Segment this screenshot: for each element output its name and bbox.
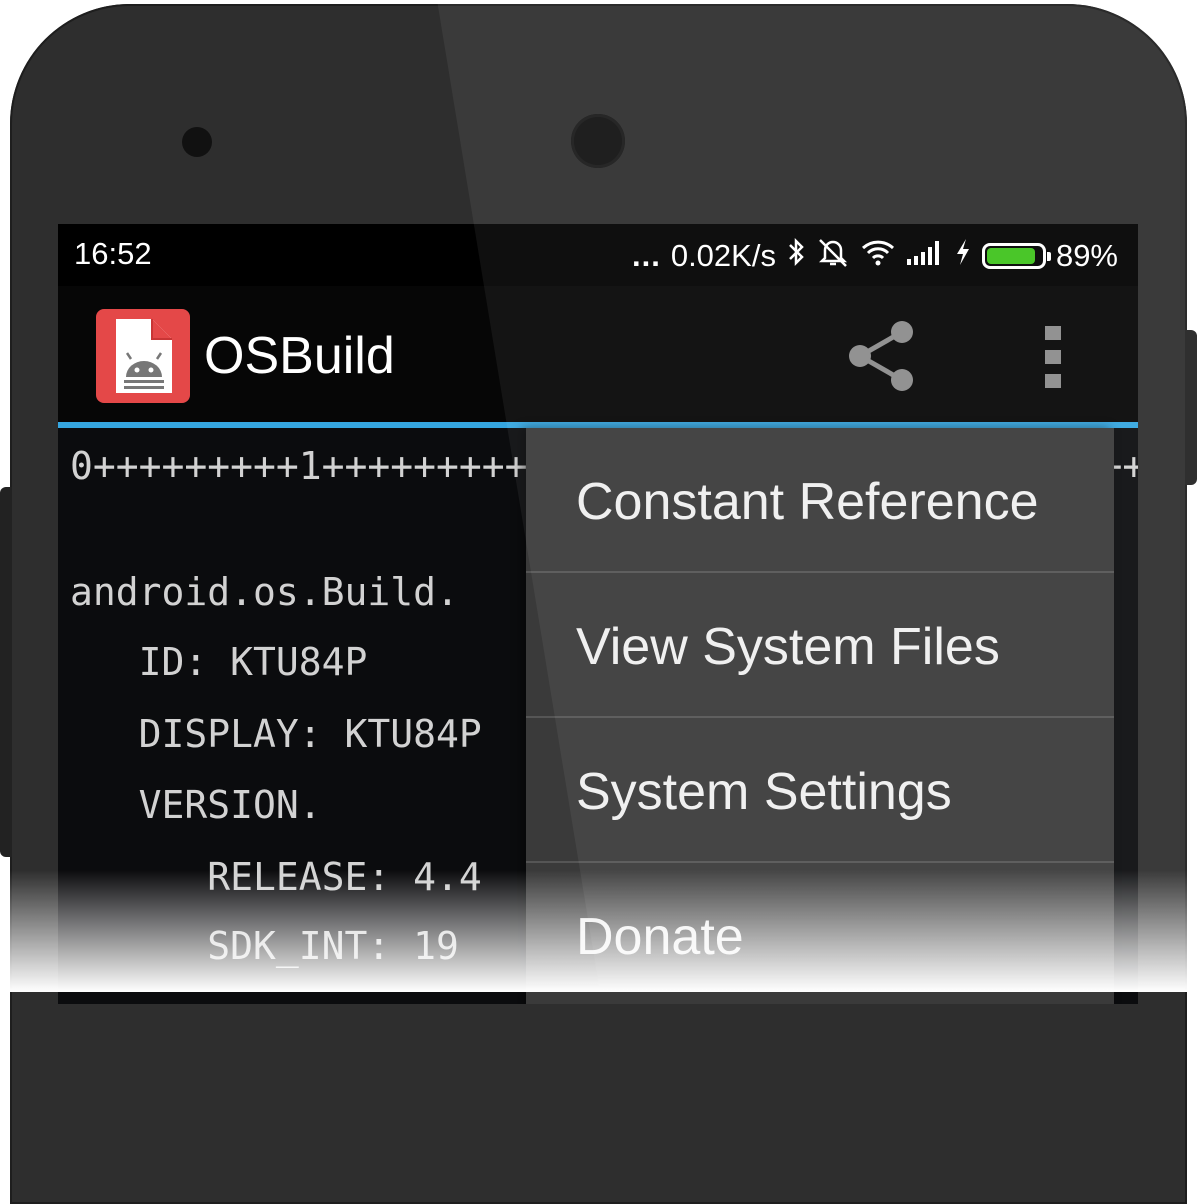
content-line: RELEASE: 4.4 (70, 855, 482, 899)
alarm-off-icon (816, 236, 850, 276)
power-button (1185, 330, 1197, 485)
menu-item-view-system-files[interactable]: View System Files (526, 573, 1114, 718)
content-line: android.os.Build. (70, 570, 459, 614)
activity-dots: ... (631, 238, 661, 273)
overflow-menu: Constant Reference View System Files Sys… (526, 428, 1114, 1004)
content-line: DISPLAY: KTU84P (70, 712, 482, 756)
volume-button (0, 487, 12, 857)
menu-item-donate[interactable]: Donate (526, 863, 1114, 1004)
wifi-icon (860, 237, 896, 275)
bluetooth-icon (786, 237, 806, 275)
battery-icon (981, 243, 1051, 269)
content-line: VERSION. (70, 783, 322, 827)
front-camera (571, 114, 625, 168)
signal-icon (906, 237, 944, 275)
content-line: SDK_INT: 19 (70, 924, 459, 968)
battery-percent: 89% (1055, 238, 1118, 273)
phone-screen: 16:52 ... 0.02K/s 89% OSBuild android.os… (58, 224, 1138, 1004)
status-bar: 16:52 ... 0.02K/s 89% (58, 224, 1138, 286)
osbuild-app-icon[interactable] (96, 309, 190, 403)
app-title: OSBuild (204, 327, 395, 385)
menu-item-system-settings[interactable]: System Settings (526, 718, 1114, 863)
menu-item-label: Donate (576, 908, 744, 966)
action-bar: OSBuild (58, 286, 1138, 428)
content-line: ID: KTU84P (70, 640, 368, 684)
menu-item-label: Constant Reference (576, 473, 1039, 531)
share-button[interactable] (840, 316, 920, 396)
overflow-menu-button[interactable] (1036, 322, 1070, 392)
net-speed: 0.02K/s (670, 238, 776, 273)
status-indicators: ... 0.02K/s 89% (632, 236, 1118, 276)
overflow-menu-icon (1045, 326, 1061, 388)
menu-item-label: View System Files (576, 618, 1000, 676)
battery-level-fill (986, 248, 1035, 264)
status-time: 16:52 (74, 236, 152, 271)
share-icon (849, 321, 913, 391)
menu-item-constant-reference[interactable]: Constant Reference (526, 428, 1114, 573)
menu-item-label: System Settings (576, 763, 952, 821)
charging-icon (954, 237, 972, 275)
phone-sensor (182, 127, 212, 157)
